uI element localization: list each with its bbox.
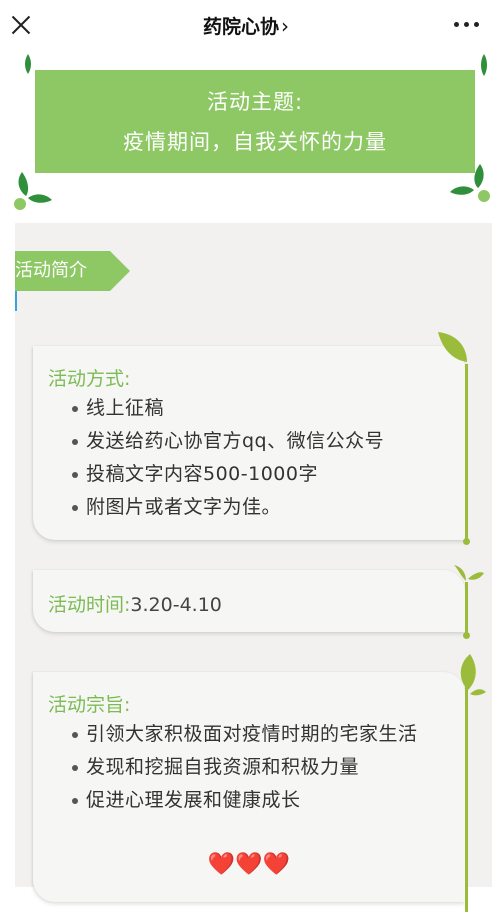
top-nav-bar: 药院心协 › [0,0,492,50]
banner-subtitle: 疫情期间，自我关怀的力量 [123,130,387,154]
vine-decoration [465,682,468,912]
purpose-card: 活动宗旨: 引领大家积极面对疫情时期的宅家生活 发现和挖掘自我资源和积极力量 促… [33,672,468,912]
list-item: 发现和挖掘自我资源和积极力量 [48,751,458,784]
account-title-link[interactable]: 药院心协 › [0,12,492,39]
time-value: 3.20-4.10 [130,594,222,616]
vine-dot [463,538,470,545]
purpose-list: 引领大家积极面对疫情时期的宅家生活 发现和挖掘自我资源和积极力量 促进心理发展和… [48,718,458,817]
list-item: 发送给药心协官方qq、微信公众号 [48,425,458,458]
leaf-sprig-icon [14,172,52,210]
time-row: 活动时间:3.20-4.10 [48,590,222,617]
list-item: 促进心理发展和健康成长 [48,784,458,817]
time-heading: 活动时间: [48,594,131,616]
method-heading: 活动方式: [48,368,131,390]
leaf-icon [481,54,487,76]
banner-title: 活动主题: [206,90,304,114]
list-item: 线上征稿 [48,392,458,425]
vine-dot [463,632,470,639]
more-icon[interactable] [452,22,482,30]
list-item: 引领大家积极面对疫情时期的宅家生活 [48,718,458,751]
list-item: 附图片或者文字为佳。 [48,491,458,524]
method-list: 线上征稿 发送给药心协官方qq、微信公众号 投稿文字内容500-1000字 附图… [48,392,458,524]
theme-banner: 活动主题: 疫情期间，自我关怀的力量 [35,70,475,173]
leaf-sprig-icon [460,654,486,696]
time-card: 活动时间:3.20-4.10 [33,570,470,639]
vine-decoration [465,582,468,638]
purpose-heading: 活动宗旨: [48,694,131,716]
leaf-sprig-icon [454,565,484,581]
hearts-emoji: ❤️❤️❤️ [207,852,291,877]
section-tag-arrow [110,251,130,291]
method-card: 活动方式: 线上征稿 发送给药心协官方qq、微信公众号 投稿文字内容500-10… [33,346,470,545]
list-item: 投稿文字内容500-1000字 [48,458,458,491]
section-tag-marker [15,291,17,311]
account-title: 药院心协 [202,16,279,38]
leaf-icon [438,332,467,362]
section-tag: 活动简介 [15,251,110,291]
chevron-right-icon: › [281,14,289,38]
section-tag-label: 活动简介 [15,260,87,281]
vine-decoration [465,364,468,542]
